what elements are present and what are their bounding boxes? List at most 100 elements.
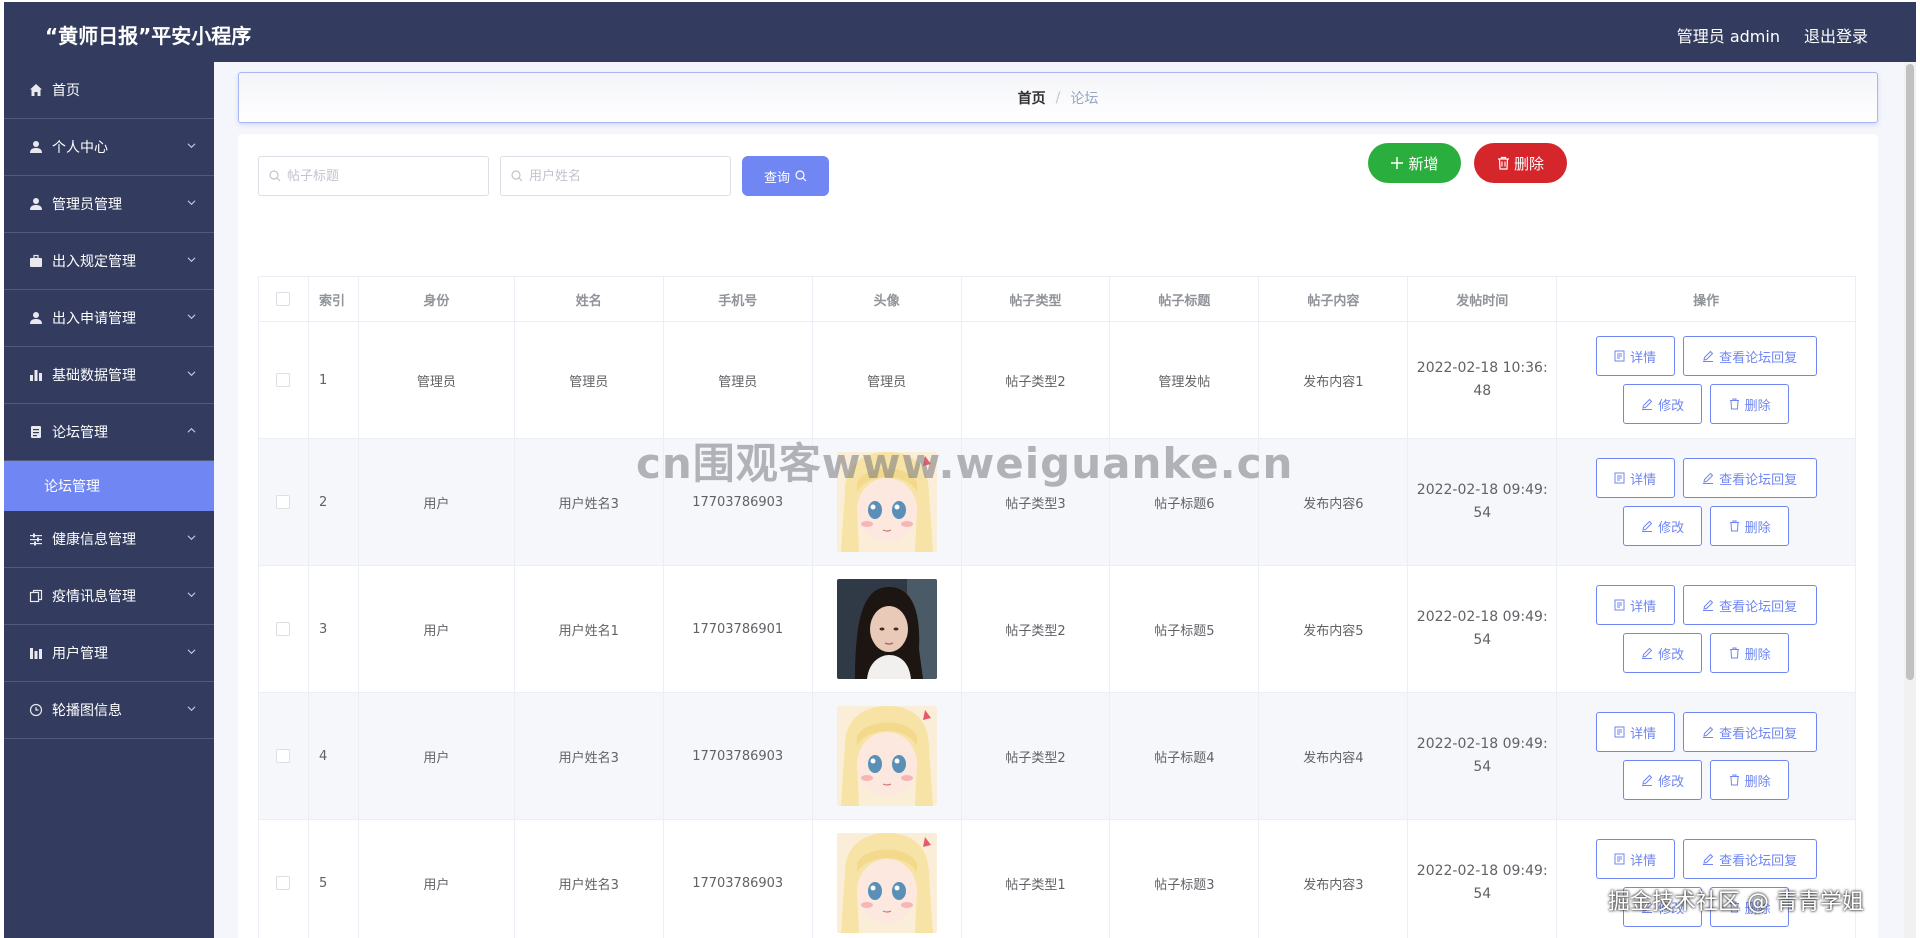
detail-button[interactable]: 详情 [1595,839,1675,879]
select-all-checkbox[interactable] [276,292,291,306]
post-time-date: 2022-02-18 09:49: [1416,863,1548,879]
post-time: 2022-02-18 09:49: 54 [1409,733,1556,779]
sidebar-item-base-data[interactable]: 基础数据管理 [4,347,214,404]
col-post-content: 帖子内容 [1259,277,1409,322]
row-actions: 详情 查看论坛回复修改 删除 [1595,585,1817,673]
cell-post-type: 帖子类型2 [961,322,1111,439]
view-replies-button[interactable]: 查看论坛回复 [1682,458,1817,498]
col-role: 身份 [358,277,515,322]
cell-phone: 管理员 [663,322,813,439]
user-name-search-field[interactable] [500,156,731,196]
sidebar-item-label: 出入规定管理 [52,254,136,270]
edit-icon [1703,350,1714,362]
view-replies-button[interactable]: 查看论坛回复 [1682,839,1817,879]
cell-index: 4 [308,693,359,820]
row-delete-button[interactable]: 删除 [1710,633,1790,673]
row-delete-button[interactable]: 删除 [1710,384,1790,424]
edit-button[interactable]: 修改 [1623,633,1703,673]
detail-button[interactable]: 详情 [1595,458,1675,498]
cell-post-time: 2022-02-18 09:49: 54 [1408,566,1558,693]
chevron-down-icon [187,200,196,206]
edit-button[interactable]: 修改 [1623,506,1703,546]
cell-index: 1 [308,322,359,439]
avatar-image [836,706,937,806]
row-select-cell[interactable] [259,566,309,693]
col-post-type: 帖子类型 [961,277,1111,322]
detail-button[interactable]: 详情 [1595,712,1675,752]
row-select-cell[interactable] [259,322,309,439]
post-title-search-field[interactable] [258,156,489,196]
edit-icon [1642,398,1653,410]
table-row[interactable]: 4 用户 用户姓名3 17703786903 帖子类型2 帖子标题4 发布内容4 2022-0… [259,693,1856,820]
edit-button[interactable]: 修改 [1623,760,1703,800]
sidebar-item-label: 健康信息管理 [52,532,136,548]
cell-actions: 详情 查看论坛回复修改 删除 [1557,693,1856,820]
view-replies-button[interactable]: 查看论坛回复 [1682,712,1817,752]
table-row[interactable]: 5 用户 用户姓名3 17703786903 帖子类型1 帖子标题3 发布内容3 2022-0… [259,820,1856,938]
table-body: 1 管理员 管理员 管理员 管理员 帖子类型2 管理发帖 发布内容1 2022-02-18 10… [259,322,1856,938]
row-checkbox[interactable] [276,749,291,763]
col-name: 姓名 [514,277,664,322]
user-name-input[interactable] [529,168,719,184]
cell-name: 用户姓名3 [514,693,664,820]
view-replies-button[interactable]: 查看论坛回复 [1682,336,1817,376]
row-checkbox[interactable] [276,495,291,509]
sidebar-item-user-management[interactable]: 用户管理 [4,625,214,682]
table-row[interactable]: 1 管理员 管理员 管理员 管理员 帖子类型2 管理发帖 发布内容1 2022-02-18 10… [259,322,1856,439]
row-delete-button[interactable]: 删除 [1710,760,1790,800]
detail-button[interactable]: 详情 [1595,336,1675,376]
row-select-cell[interactable] [259,693,309,820]
cell-post-time: 2022-02-18 09:49: 54 [1408,693,1558,820]
sidebar-subitem-forum-management[interactable]: 论坛管理 [4,461,214,511]
detail-button-label: 详情 [1630,726,1657,742]
cell-actions: 详情 查看论坛回复 修改 删除 [1557,820,1856,938]
sidebar-item-label: 个人中心 [52,140,108,156]
row-actions-line-1: 详情 查看论坛回复 [1595,336,1817,376]
view-replies-button[interactable]: 查看论坛回复 [1682,585,1817,625]
sidebar-item-epidemic-news[interactable]: 疫情讯息管理 [4,568,214,625]
top-header: “黄师日报”平安小程序 管理员 admin 退出登录 [4,2,1916,62]
edit-icon [1703,853,1714,865]
sidebar-item-carousel-info[interactable]: 轮播图信息 [4,682,214,739]
row-select-cell[interactable] [259,820,309,938]
sidebar-item-forum-management[interactable]: 论坛管理 [4,404,214,461]
edit-icon [1642,774,1653,786]
add-button[interactable]: 新增 [1368,143,1461,183]
batch-delete-button[interactable]: 删除 [1474,143,1567,183]
bottom-watermark: 掘金技术社区 @ 青青学姐 [1608,890,1864,915]
query-button[interactable]: 查询 [742,156,829,196]
logout-link[interactable]: 退出登录 [1804,23,1868,47]
user-icon [28,139,44,155]
header-select-all[interactable] [259,277,309,322]
header-actions: 管理员 admin 退出登录 [1677,23,1868,47]
cell-actions: 详情 查看论坛回复修改 删除 [1557,322,1856,439]
row-checkbox[interactable] [276,373,291,387]
row-checkbox[interactable] [276,622,291,636]
post-title-input[interactable] [287,168,477,184]
table-row[interactable]: 3 用户 用户姓名1 17703786901 帖子类型2 帖子标题5 发布内容5 2022-0… [259,566,1856,693]
row-checkbox[interactable] [276,876,291,890]
row-delete-button[interactable]: 删除 [1710,506,1790,546]
edit-button[interactable]: 修改 [1623,384,1703,424]
sidebar-item-admin-management[interactable]: 管理员管理 [4,176,214,233]
sidebar-item-label: 首页 [52,83,80,99]
row-select-cell[interactable] [259,439,309,566]
cell-role: 管理员 [358,322,515,439]
edit-icon [1703,599,1714,611]
plus-icon [1391,157,1404,169]
col-avatar: 头像 [812,277,962,322]
sidebar-menu: 首页 个人中心 管理员管理 出入规定管理 出入申请管理 基础数据管理 论坛管理 … [4,62,214,938]
row-delete-button-label: 删除 [1744,520,1771,536]
row-delete-button-label: 删除 [1744,398,1771,414]
sidebar-item-health-info[interactable]: 健康信息管理 [4,511,214,568]
breadcrumb-home[interactable]: 首页 [1018,88,1046,108]
sidebar-item-entry-rules[interactable]: 出入规定管理 [4,233,214,290]
sidebar-item-personal-center[interactable]: 个人中心 [4,119,214,176]
post-time: 2022-02-18 09:49: 54 [1409,860,1556,906]
page-scrollbar-thumb[interactable] [1906,64,1914,680]
cell-post-time: 2022-02-18 09:49: 54 [1408,820,1558,938]
sidebar-item-home[interactable]: 首页 [4,62,214,119]
sidebar-item-entry-applications[interactable]: 出入申请管理 [4,290,214,347]
app-title: “黄师日报”平安小程序 [45,24,252,48]
detail-button[interactable]: 详情 [1595,585,1675,625]
